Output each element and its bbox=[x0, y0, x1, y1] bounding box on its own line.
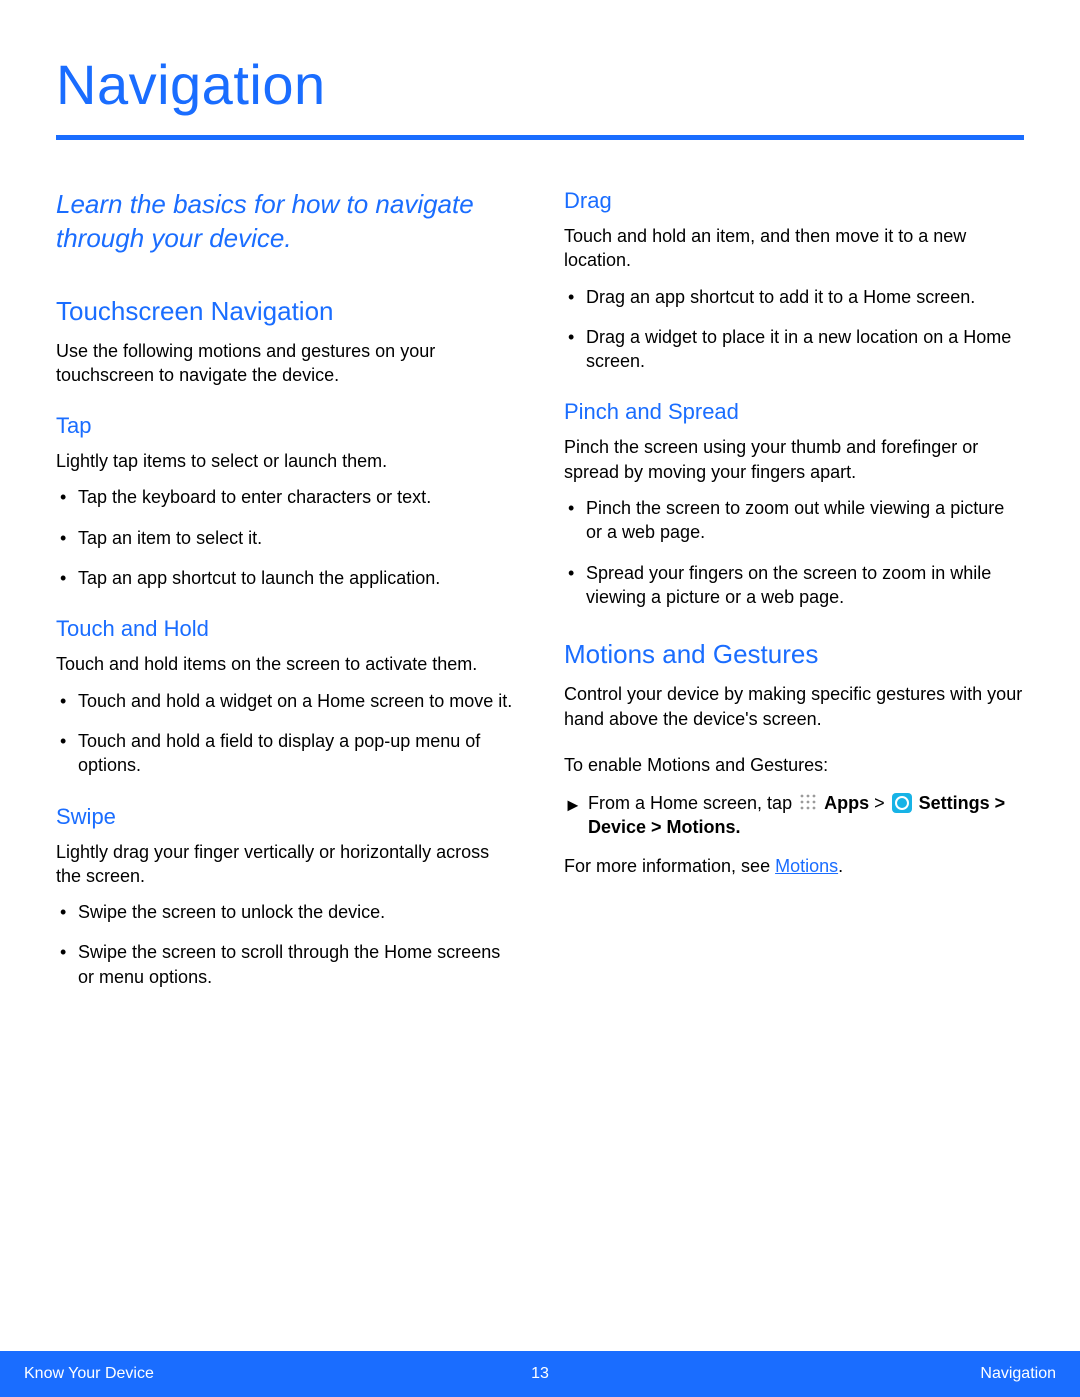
heading-tap: Tap bbox=[56, 413, 516, 439]
body-drag: Touch and hold an item, and then move it… bbox=[564, 224, 1024, 273]
list-item: Swipe the screen to unlock the device. bbox=[56, 900, 516, 924]
list-item: Drag a widget to place it in a new locat… bbox=[564, 325, 1024, 374]
body-tap: Lightly tap items to select or launch th… bbox=[56, 449, 516, 473]
list-drag: Drag an app shortcut to add it to a Home… bbox=[564, 285, 1024, 374]
list-pinch: Pinch the screen to zoom out while viewi… bbox=[564, 496, 1024, 609]
period: . bbox=[736, 817, 741, 837]
body-touchscreen: Use the following motions and gestures o… bbox=[56, 339, 516, 388]
page: Navigation Learn the basics for how to n… bbox=[0, 0, 1080, 1397]
intro-text: Learn the basics for how to navigate thr… bbox=[56, 188, 516, 256]
more-prefix: For more information, see bbox=[564, 856, 775, 876]
page-title: Navigation bbox=[56, 52, 1024, 117]
footer-right: Navigation bbox=[980, 1365, 1056, 1383]
list-item: Touch and hold a widget on a Home screen… bbox=[56, 689, 516, 713]
apps-label: Apps bbox=[824, 793, 869, 813]
step-prefix: From a Home screen, tap bbox=[588, 793, 797, 813]
list-item: Swipe the screen to scroll through the H… bbox=[56, 940, 516, 989]
settings-icon bbox=[892, 793, 912, 813]
list-swipe: Swipe the screen to unlock the device. S… bbox=[56, 900, 516, 989]
list-hold: Touch and hold a widget on a Home screen… bbox=[56, 689, 516, 778]
footer-left: Know Your Device bbox=[24, 1365, 154, 1383]
apps-icon bbox=[799, 793, 817, 811]
more-suffix: . bbox=[838, 856, 843, 876]
list-tap: Tap the keyboard to enter characters or … bbox=[56, 485, 516, 590]
body-motions: Control your device by making specific g… bbox=[564, 682, 1024, 731]
left-column: Learn the basics for how to navigate thr… bbox=[56, 188, 516, 1005]
list-item: Spread your fingers on the screen to zoo… bbox=[564, 561, 1024, 610]
body-swipe: Lightly drag your finger vertically or h… bbox=[56, 840, 516, 889]
heading-drag: Drag bbox=[564, 188, 1024, 214]
heading-pinch: Pinch and Spread bbox=[564, 399, 1024, 425]
footer-page-number: 13 bbox=[531, 1365, 549, 1383]
motions-link[interactable]: Motions bbox=[775, 856, 838, 876]
list-item: Drag an app shortcut to add it to a Home… bbox=[564, 285, 1024, 309]
heading-touchscreen: Touchscreen Navigation bbox=[56, 296, 516, 327]
play-icon: ► bbox=[564, 793, 582, 817]
enable-label: To enable Motions and Gestures: bbox=[564, 753, 1024, 777]
columns: Learn the basics for how to navigate thr… bbox=[56, 188, 1024, 1005]
body-hold: Touch and hold items on the screen to ac… bbox=[56, 652, 516, 676]
list-item: Tap the keyboard to enter characters or … bbox=[56, 485, 516, 509]
list-item: Tap an item to select it. bbox=[56, 526, 516, 550]
right-column: Drag Touch and hold an item, and then mo… bbox=[564, 188, 1024, 1005]
title-rule bbox=[56, 135, 1024, 140]
list-item: Touch and hold a field to display a pop-… bbox=[56, 729, 516, 778]
heading-motions: Motions and Gestures bbox=[564, 639, 1024, 670]
heading-hold: Touch and Hold bbox=[56, 616, 516, 642]
body-pinch: Pinch the screen using your thumb and fo… bbox=[564, 435, 1024, 484]
sep: > bbox=[874, 793, 890, 813]
settings-label: Settings bbox=[919, 793, 990, 813]
footer: Know Your Device 13 Navigation bbox=[0, 1351, 1080, 1397]
step-line: ► From a Home screen, tap Apps > Setting… bbox=[564, 791, 1024, 840]
heading-swipe: Swipe bbox=[56, 804, 516, 830]
list-item: Pinch the screen to zoom out while viewi… bbox=[564, 496, 1024, 545]
more-info-line: For more information, see Motions. bbox=[564, 854, 1024, 878]
list-item: Tap an app shortcut to launch the applic… bbox=[56, 566, 516, 590]
